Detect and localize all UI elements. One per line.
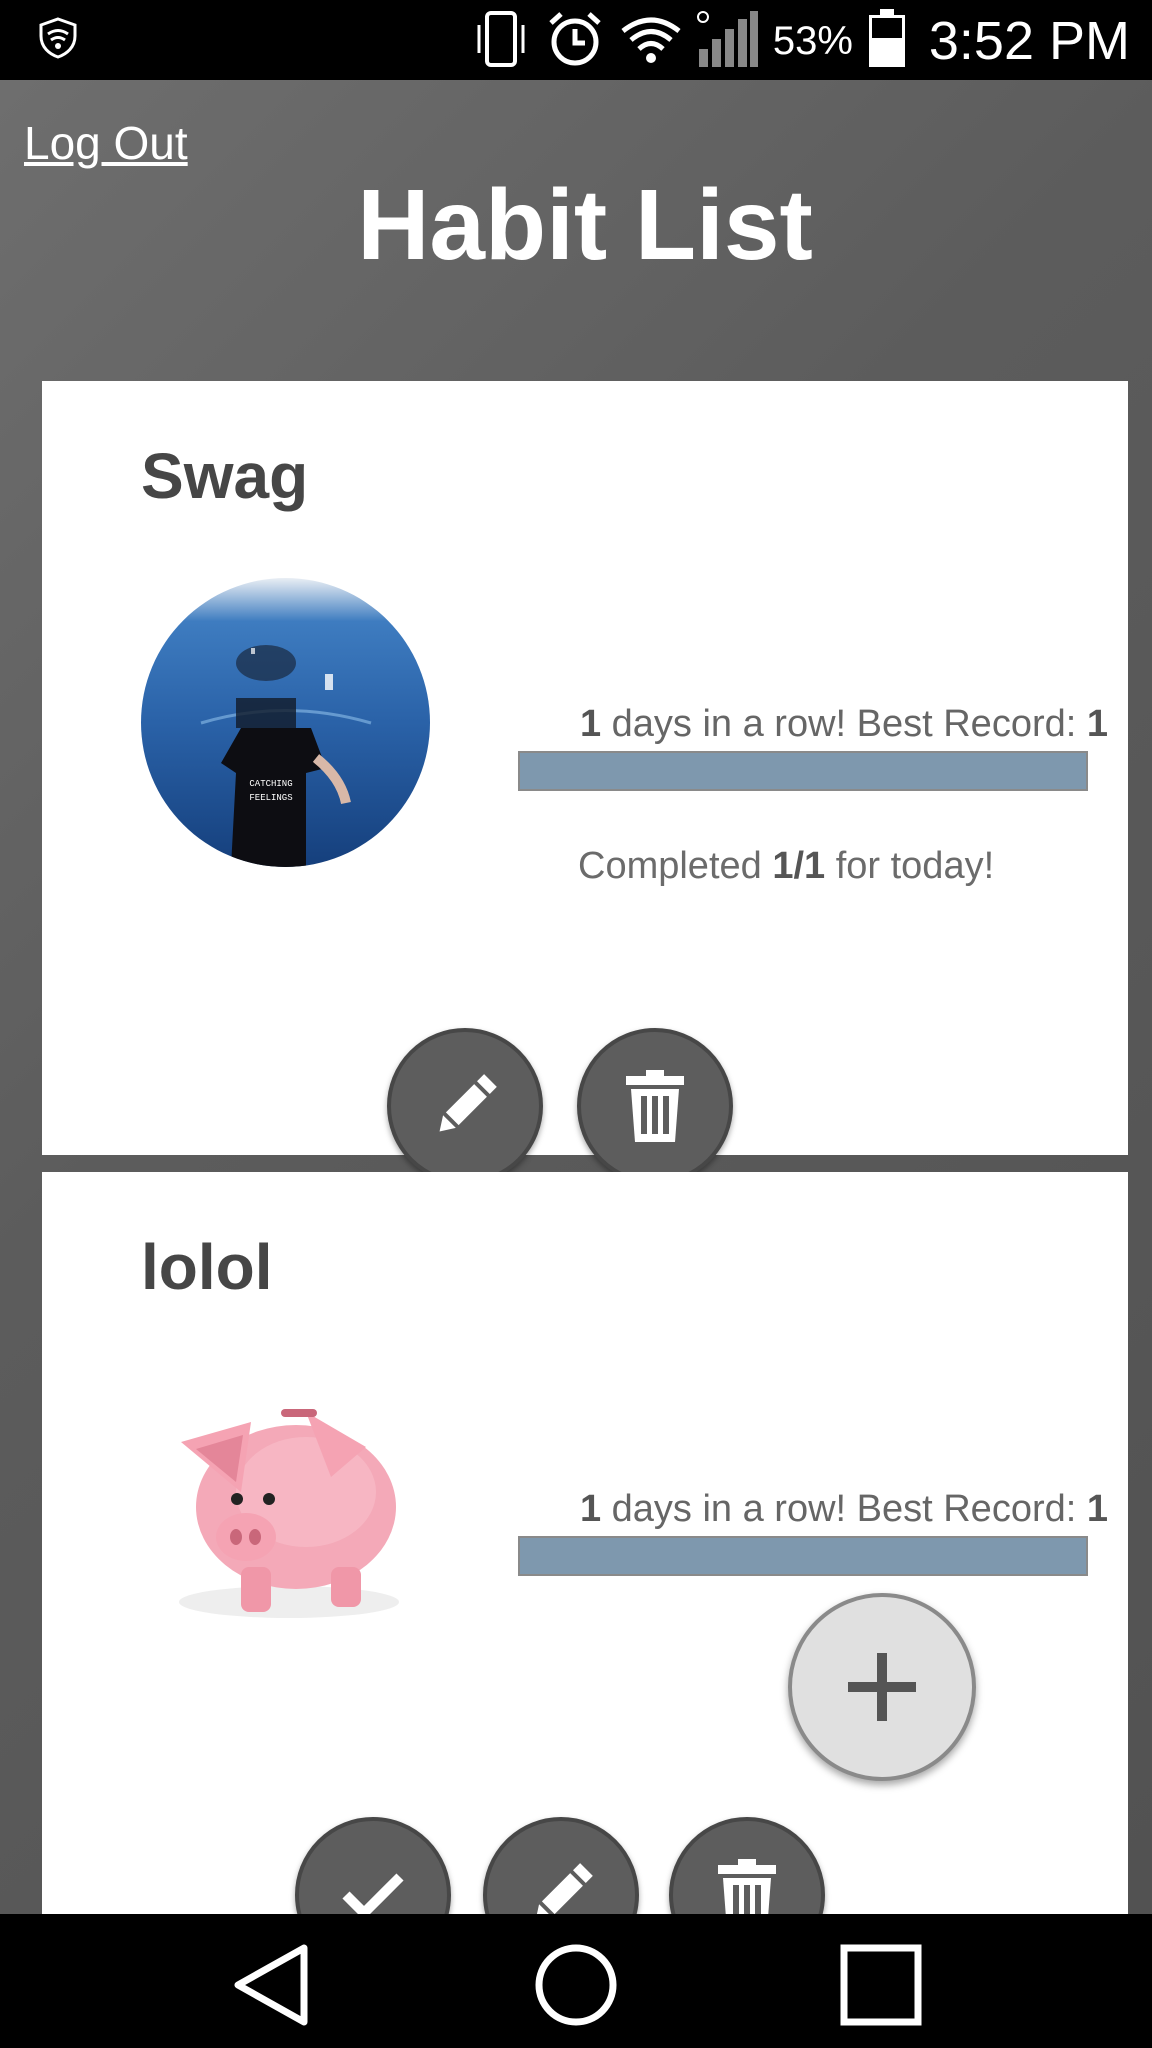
trash-icon <box>718 1859 776 1914</box>
status-bar: 53% 3:52 PM <box>0 0 1152 80</box>
habit-card: Swag CATCHING FEELINGS 1 days in a row! … <box>42 381 1128 1184</box>
streak-progress-bar <box>518 751 1088 791</box>
completed-suffix: for today! <box>825 845 995 887</box>
pencil-icon <box>535 1863 593 1914</box>
completed-prefix: Completed <box>578 845 773 887</box>
completed-text: Completed 1/1 for today! <box>578 845 994 888</box>
back-icon[interactable] <box>228 1940 318 2030</box>
streak-label: days in a row! Best Record: <box>601 703 1087 745</box>
best-record: 1 <box>1086 1488 1108 1530</box>
habit-image: CATCHING FEELINGS <box>141 578 430 867</box>
complete-button[interactable] <box>295 1817 451 1914</box>
streak-text: 1 days in a row! Best Record: 1 <box>580 1488 1108 1531</box>
vibrate-icon <box>471 9 531 74</box>
habit-name: lolol <box>141 1231 273 1303</box>
best-record: 1 <box>1086 703 1108 745</box>
battery-icon <box>867 8 907 74</box>
svg-text:FEELINGS: FEELINGS <box>249 793 292 803</box>
signal-icon <box>696 9 759 74</box>
completed-value: 1/1 <box>772 845 826 887</box>
add-habit-button[interactable] <box>788 1593 976 1781</box>
plus-icon <box>848 1653 916 1721</box>
clock: 3:52 PM <box>928 11 1130 71</box>
habit-card: lolol 1 days in a row! Best Record: 1 <box>42 1172 1128 1914</box>
streak-text: 1 days in a row! Best Record: 1 <box>580 703 1108 746</box>
delete-button[interactable] <box>577 1028 733 1184</box>
wifi-icon <box>619 11 683 72</box>
delete-button[interactable] <box>669 1817 825 1914</box>
edit-button[interactable] <box>387 1028 543 1184</box>
alarm-icon <box>545 9 605 74</box>
streak-label: days in a row! Best Record: <box>601 1488 1087 1530</box>
trash-icon <box>626 1070 684 1142</box>
shield-icon <box>36 16 80 65</box>
svg-text:CATCHING: CATCHING <box>249 779 292 789</box>
habit-name: Swag <box>141 440 309 512</box>
edit-button[interactable] <box>483 1817 639 1914</box>
streak-count: 1 <box>579 703 602 745</box>
streak-progress-bar <box>518 1536 1088 1576</box>
page-title: Habit List <box>357 169 813 281</box>
home-icon[interactable] <box>531 1940 621 2030</box>
battery-percent: 53% <box>772 18 853 63</box>
navigation-bar <box>0 1914 1152 2048</box>
app-screen: Log Out Habit List Swag CATCHING FEELING… <box>0 80 1152 1914</box>
logout-link[interactable]: Log Out <box>24 116 188 170</box>
recents-icon[interactable] <box>836 1940 926 2030</box>
pencil-icon <box>439 1074 497 1132</box>
checkmark-icon <box>342 1873 404 1914</box>
streak-count: 1 <box>579 1488 602 1530</box>
habit-image <box>141 1387 430 1676</box>
